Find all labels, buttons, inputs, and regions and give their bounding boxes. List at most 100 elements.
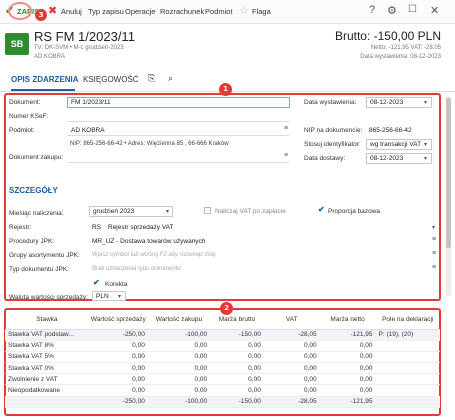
table-cell: 0,00 [319,351,376,364]
nip-doc-label: NIP na dokumencie: [304,127,363,134]
chevron-down-icon[interactable]: ▾ [118,293,121,300]
table-cell: -100,00 [147,329,211,341]
table-cell: 0,00 [319,373,376,386]
table-cell: 0,00 [210,373,264,386]
document-type-badge: SB [5,33,29,55]
assortment-input[interactable]: Wpisz symbol lub wciśnij F2 aby rozwinąć… [92,252,216,258]
table-cell: 0,00 [88,373,148,386]
delivery-date-input[interactable]: 08-12-2023 [366,153,432,164]
list-icon[interactable]: ≡ [432,264,436,271]
table-cell: -28,05 [263,395,320,408]
column-header[interactable]: Wartość sprzedaży [88,310,148,330]
list-icon[interactable]: ≡ [284,152,288,159]
document-subtitle: TV: DK-SVM • M-c grudzień-2023 [34,45,124,51]
table-cell: 0,00 [263,351,320,364]
chevron-down-icon[interactable]: ▾ [166,208,169,215]
column-header[interactable]: Marża brutto [210,310,264,330]
document-label: Dokument: [9,99,41,106]
contractor-details: NIP: 865-256-66-42 • Adres: Więzienna 85… [70,141,229,147]
settlement-button[interactable]: Rozrachunek [160,7,204,16]
list-icon[interactable]: ≡ [432,250,436,257]
checkmark-icon[interactable]: ✔ [93,278,100,287]
table-row[interactable]: Zwolnienie z VAT 0,00 0,00 0,00 0,00 0,0… [5,373,440,386]
flag-button[interactable]: Flaga [252,7,271,16]
gear-icon[interactable]: ⚙ [387,4,397,17]
column-header[interactable]: Wartość zakupu [147,310,211,330]
table-cell: 0,00 [210,362,264,375]
table-row[interactable]: Stawka VAT 5% 0,00 0,00 0,00 0,00 0,00 [5,351,440,364]
table-cell: 0,00 [210,340,264,352]
table-cell: Nieopodatkowane [5,384,89,397]
operations-button[interactable]: Operacje [125,7,155,16]
issue-date-label: Data wystawienia: [304,99,357,106]
table-cell: -150,00 [210,395,264,408]
document-input[interactable]: FM 1/2023/11 [67,97,290,108]
maximize-icon[interactable]: ☐ [408,4,417,15]
help-icon[interactable]: ? [369,4,375,16]
table-cell: 0,00 [147,362,211,375]
identifier-select[interactable]: wg transakcji VAT [366,139,432,150]
table-row[interactable]: Stawka VAT podstaw... -250,00 -100,00 -1… [5,329,440,341]
procedures-value[interactable]: MR_UZ - Dostawa towarów używanych [92,238,205,245]
procedures-label: Procedury JPK: [9,238,55,245]
table-header-row: Stawka Wartość sprzedaży Wartość zakupu … [5,310,440,330]
table-cell [375,340,440,352]
table-cell: -121,95 [319,395,376,408]
record-type-button[interactable]: Typ zapisu [88,7,124,16]
purchase-doc-input[interactable] [67,152,290,163]
chevron-down-icon[interactable]: ▾ [432,224,435,231]
subject-button[interactable]: Podmiot [205,7,233,16]
column-header[interactable]: Stawka [5,310,89,330]
cancel-button[interactable]: Anuluj [61,7,82,16]
register-value[interactable]: Rejestr sprzedaży VAT [108,224,174,231]
table-cell: Stawka VAT 8% [5,340,89,352]
month-select[interactable]: grudzień 2023 [89,206,173,217]
contractor-label: Podmiot: [9,127,35,134]
table-cell: 0,00 [210,351,264,364]
table-cell [375,384,440,397]
table-cell: 0,00 [210,384,264,397]
vat-after-payment-checkbox[interactable] [204,207,211,214]
column-header[interactable]: VAT [263,310,320,330]
contractor-input[interactable]: AD KOBRA [67,125,290,136]
list-icon[interactable]: ≡ [284,125,288,132]
correction-label: Korekta [105,281,128,288]
table-cell: 0,00 [88,362,148,375]
close-icon: ✖ [48,5,58,17]
table-row[interactable]: Stawka VAT 8% 0,00 0,00 0,00 0,00 0,00 [5,340,440,352]
table-cell: 0,00 [88,384,148,397]
register-code: RS [92,224,102,231]
column-header[interactable]: Pole na deklaracji [375,310,440,330]
ksef-input[interactable] [67,111,290,122]
chevron-down-icon[interactable]: ▾ [424,155,427,162]
tab-ksiegowosc[interactable]: KSIĘGOWOŚĆ [83,75,139,84]
scrollbar-thumb[interactable] [446,98,451,248]
issue-date-input[interactable]: 08-12-2023 [366,97,432,108]
tab-opis-zdarzenia[interactable]: OPIS ZDARZENIA [11,75,79,84]
column-header[interactable]: Marża netto [319,310,376,330]
table-row[interactable]: Stawka VAT 0% 0,00 0,00 0,00 0,00 0,00 [5,362,440,375]
table-cell: Stawka VAT 0% [5,362,89,375]
window-close-icon[interactable]: ✕ [430,4,439,17]
table-row[interactable]: Nieopodatkowane 0,00 0,00 0,00 0,00 0,00 [5,384,440,397]
table-cell: -250,00 [88,329,148,341]
link-icon[interactable]: ⎘ [148,73,155,84]
checkmark-icon[interactable]: ✔ [318,205,325,214]
list-icon[interactable]: ≡ [432,236,436,243]
chevron-down-icon[interactable]: ▾ [424,99,427,106]
table-cell: 0,00 [319,384,376,397]
section-title-details: SZCZEGÓŁY [9,186,58,195]
star-icon: ☆ [239,5,249,17]
table-cell: Zwolnienie z VAT [5,373,89,386]
brutto-total: Brutto: -150,00 PLN [334,29,441,43]
vat-table: Stawka Wartość sprzedaży Wartość zakupu … [5,310,440,408]
table-cell: Stawka VAT 5% [5,351,89,364]
document-contractor: AD KOBRA [34,54,66,60]
nip-doc-value: 865-256-66-42 [369,127,412,134]
chevron-down-icon[interactable]: ▾ [424,141,427,148]
delivery-date-label: Data dostawy: [304,155,346,162]
currency-label: Waluta wartości sprzedaży: [9,294,88,301]
table-cell [375,362,440,375]
doc-type-input[interactable]: Brak oznaczenia typu dokumentu [92,266,181,272]
attachment-icon[interactable]: ⌕ [168,73,173,84]
